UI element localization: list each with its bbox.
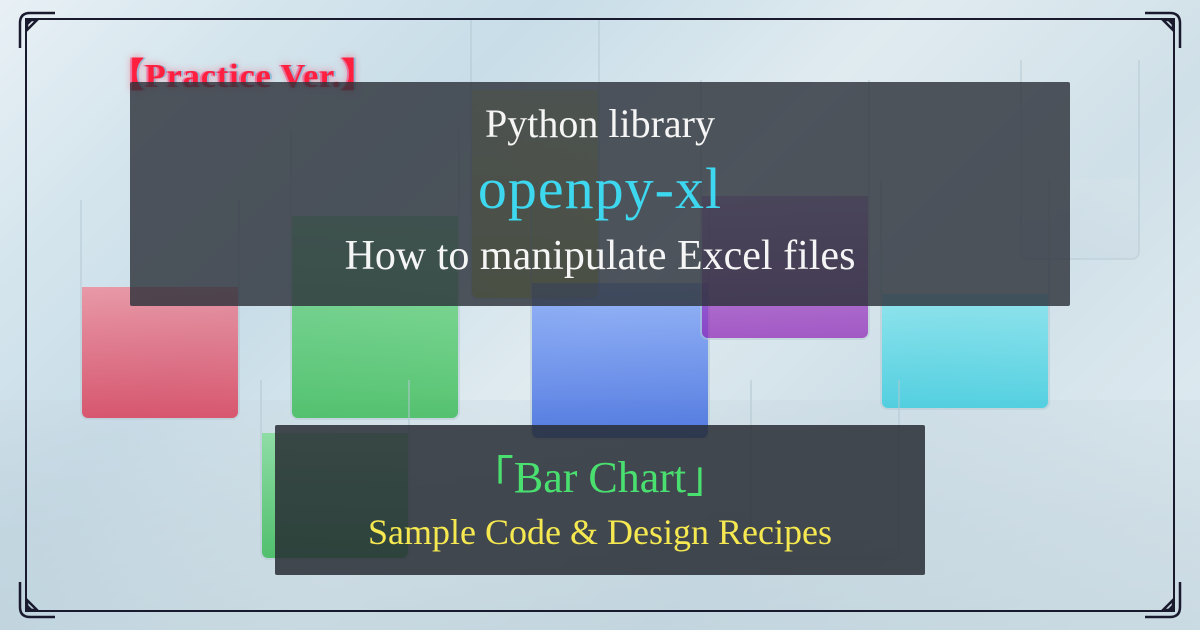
title-library-line: Python library [160,100,1040,147]
title-package-name: openpy-xl [160,155,1040,222]
frame-corner-icon [1140,577,1185,622]
main-title-banner: Python library openpy-xl How to manipula… [130,82,1070,306]
title-howto-line: How to manipulate Excel files [160,232,1040,280]
frame-corner-icon [15,577,60,622]
subtitle-sample-line: Sample Code & Design Recipes [295,511,905,553]
subtitle-chart-type: 「Bar Chart」 [295,441,905,505]
sub-title-banner: 「Bar Chart」 Sample Code & Design Recipes [275,425,925,575]
frame-corner-icon [1140,8,1185,53]
frame-corner-icon [15,8,60,53]
